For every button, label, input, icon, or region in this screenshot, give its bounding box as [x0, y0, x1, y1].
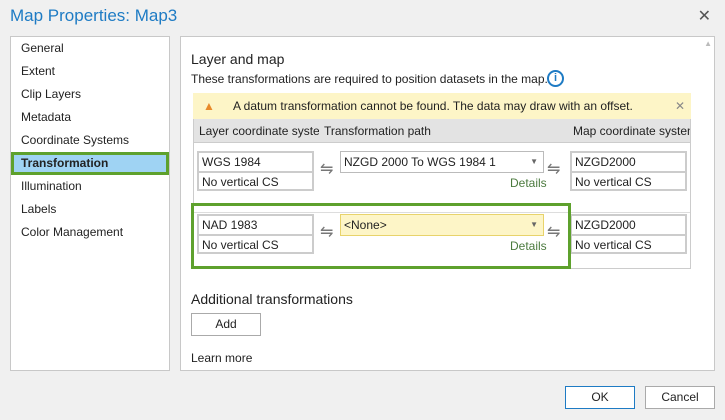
info-icon[interactable]: i [547, 70, 564, 87]
nav-coordinate-systems[interactable]: Coordinate Systems [11, 129, 169, 152]
swap-icon: ⇋ [547, 161, 561, 178]
main-panel: ▲ Layer and map These transformations ar… [180, 36, 715, 371]
nav-general[interactable]: General [11, 37, 169, 60]
details-link[interactable]: Details [510, 176, 547, 190]
ok-button[interactable]: OK [565, 386, 635, 409]
map-vcs: No vertical CS [572, 234, 685, 252]
nav-illumination[interactable]: Illumination [11, 175, 169, 198]
section-heading: Layer and map [191, 51, 285, 67]
nav-color-management[interactable]: Color Management [11, 221, 169, 244]
layer-cs-box: WGS 1984 No vertical CS [197, 151, 314, 191]
add-button[interactable]: Add [191, 313, 261, 336]
map-cs-box: NZGD2000 No vertical CS [570, 214, 687, 254]
description: These transformations are required to po… [191, 72, 548, 86]
nav-metadata[interactable]: Metadata [11, 106, 169, 129]
transformation-dropdown[interactable]: NZGD 2000 To WGS 1984 1 ▼ [340, 151, 544, 173]
warning-text: A datum transformation cannot be found. … [233, 99, 633, 113]
dismiss-icon[interactable]: ✕ [675, 93, 685, 119]
col-layer-cs: Layer coordinate system [199, 124, 319, 138]
dialog-title: Map Properties: Map3 [10, 6, 178, 25]
nav-extent[interactable]: Extent [11, 60, 169, 83]
sidebar: General Extent Clip Layers Metadata Coor… [10, 36, 170, 371]
nav-labels[interactable]: Labels [11, 198, 169, 221]
warning-icon: ▲ [203, 99, 215, 113]
nav-transformation[interactable]: Transformation [11, 152, 169, 175]
nav-clip-layers[interactable]: Clip Layers [11, 83, 169, 106]
close-icon[interactable]: ✕ [698, 6, 711, 26]
layer-cs: WGS 1984 [202, 155, 261, 169]
chevron-down-icon: ▼ [530, 157, 538, 166]
learn-more-link[interactable]: Learn more [191, 351, 252, 365]
scrollbar[interactable]: ▲ [704, 39, 712, 48]
warning-banner: ▲ A datum transformation cannot be found… [193, 93, 691, 119]
cancel-button[interactable]: Cancel [645, 386, 715, 409]
highlight-box [191, 203, 571, 269]
additional-heading: Additional transformations [191, 291, 353, 307]
map-cs: NZGD2000 [575, 218, 636, 232]
col-map-cs: Map coordinate system [573, 124, 691, 138]
map-cs: NZGD2000 [575, 155, 636, 169]
map-vcs: No vertical CS [572, 171, 685, 189]
swap-icon: ⇋ [320, 161, 334, 178]
dropdown-value: NZGD 2000 To WGS 1984 1 [344, 155, 496, 169]
layer-vcs: No vertical CS [199, 171, 312, 189]
map-cs-box: NZGD2000 No vertical CS [570, 151, 687, 191]
col-transformation-path: Transformation path [324, 124, 431, 138]
